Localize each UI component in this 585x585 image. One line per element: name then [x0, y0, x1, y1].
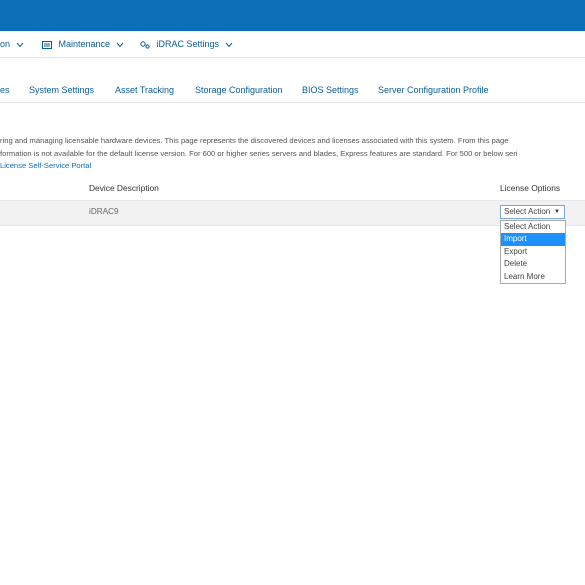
top-banner: [0, 0, 585, 31]
menu-item-label: on: [0, 39, 11, 49]
option-import[interactable]: Import: [501, 233, 565, 246]
description-line: ring and managing licensable hardware de…: [0, 136, 509, 145]
option-export[interactable]: Export: [501, 246, 565, 258]
license-action-dropdown-list: Select Action Import Export Delete Learn…: [500, 220, 566, 284]
maintenance-icon: [42, 40, 52, 49]
dropdown-arrow-icon: ▼: [554, 209, 560, 215]
table-row: iDRAC9: [0, 200, 585, 226]
menu-item-label: Maintenance: [58, 39, 111, 49]
chevron-down-icon: [225, 42, 232, 47]
menu-item-maintenance[interactable]: Maintenance: [42, 31, 124, 57]
tab-storage-configuration[interactable]: Storage Configuration: [195, 78, 283, 102]
tab-asset-tracking[interactable]: Asset Tracking: [115, 78, 174, 102]
licenses-description: ring and managing licensable hardware de…: [0, 135, 585, 173]
select-value: Select Action: [504, 207, 551, 216]
license-action-select[interactable]: Select Action ▼: [500, 205, 565, 219]
tab-licenses[interactable]: es: [0, 78, 10, 102]
idrac-settings-icon: [140, 40, 150, 49]
license-portal-link[interactable]: License Self-Service Portal: [0, 161, 91, 170]
chevron-down-icon: [116, 42, 123, 47]
device-description-cell: iDRAC9: [89, 207, 119, 216]
main-menu-bar: on Maintenance iDRAC Settings: [0, 31, 585, 58]
menu-item-label: iDRAC Settings: [156, 39, 220, 49]
menu-item-configuration[interactable]: on: [0, 31, 24, 57]
option-learn-more[interactable]: Learn More: [501, 271, 565, 283]
column-header-device-description: Device Description: [89, 183, 159, 193]
settings-tab-bar: es System Settings Asset Tracking Storag…: [0, 78, 585, 103]
column-header-license-options: License Options: [500, 183, 561, 193]
menu-item-idrac-settings[interactable]: iDRAC Settings: [140, 31, 233, 57]
tab-server-configuration-profile[interactable]: Server Configuration Profile: [378, 78, 489, 102]
tab-system-settings[interactable]: System Settings: [29, 78, 94, 102]
option-delete[interactable]: Delete: [501, 258, 565, 270]
option-select-action[interactable]: Select Action: [501, 221, 565, 233]
chevron-down-icon: [16, 42, 23, 47]
description-line: formation is not available for the defau…: [0, 148, 518, 158]
tab-bios-settings[interactable]: BIOS Settings: [302, 78, 359, 102]
